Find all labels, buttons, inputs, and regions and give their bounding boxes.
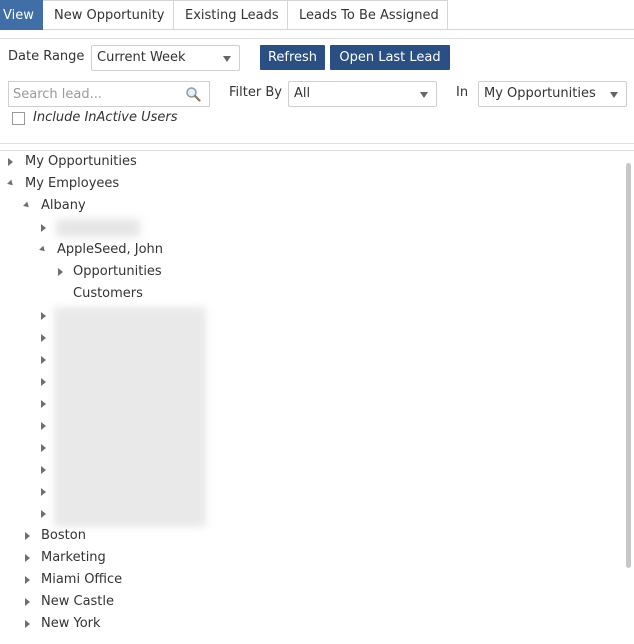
tree-node-boston[interactable]: Boston	[0, 525, 600, 547]
expand-arrow-icon[interactable]	[41, 334, 46, 342]
date-range-value: Current Week	[97, 50, 186, 65]
tree-panel: My Opportunities My Employees Albany App…	[0, 150, 634, 644]
search-box	[8, 81, 210, 107]
expand-arrow-icon[interactable]	[41, 488, 46, 496]
expand-arrow-icon[interactable]	[8, 158, 13, 166]
chevron-down-icon	[610, 92, 618, 98]
tree-node-new-york[interactable]: New York	[0, 613, 600, 635]
include-inactive-label: Include InActive Users	[33, 110, 178, 125]
redacted-employees-block	[54, 307, 206, 527]
in-value: My Opportunities	[484, 86, 596, 101]
filter-by-label: Filter By	[229, 85, 282, 100]
tree-label: My Opportunities	[25, 154, 137, 169]
chevron-down-icon	[420, 92, 428, 98]
filter-panel: Date Range Current Week Refresh Open Las…	[0, 38, 634, 144]
expand-arrow-icon[interactable]	[41, 400, 46, 408]
chevron-down-icon	[223, 56, 231, 62]
filter-by-select[interactable]: All	[288, 81, 437, 107]
expand-arrow-icon[interactable]	[25, 554, 30, 562]
collapse-arrow-icon[interactable]	[39, 245, 47, 254]
in-label: In	[456, 85, 469, 100]
tree-label: My Employees	[25, 176, 120, 191]
date-range-select[interactable]: Current Week	[91, 45, 240, 71]
expand-arrow-icon[interactable]	[25, 598, 30, 606]
tree-label: Boston	[41, 528, 86, 543]
tree-node-albany[interactable]: Albany	[0, 195, 600, 217]
collapse-arrow-icon[interactable]	[7, 179, 15, 188]
tab-new-opportunity[interactable]: New Opportunity	[43, 0, 174, 30]
expand-arrow-icon[interactable]	[41, 510, 46, 518]
expand-arrow-icon[interactable]	[41, 378, 46, 386]
search-input[interactable]	[9, 82, 179, 106]
tree-label: Marketing	[41, 550, 106, 565]
expand-arrow-icon[interactable]	[25, 620, 30, 628]
tab-leads-to-be-assigned[interactable]: Leads To Be Assigned	[288, 0, 448, 30]
collapse-arrow-icon[interactable]	[23, 201, 31, 210]
expand-arrow-icon[interactable]	[25, 532, 30, 540]
tree-label: AppleSeed, John	[57, 242, 164, 257]
in-select[interactable]: My Opportunities	[478, 81, 627, 107]
date-range-label: Date Range	[8, 49, 85, 64]
tree-label: Customers	[73, 286, 143, 301]
tree-node-marketing[interactable]: Marketing	[0, 547, 600, 569]
open-last-lead-button[interactable]: Open Last Lead	[330, 45, 450, 70]
tree-label: Miami Office	[41, 572, 123, 587]
tree-node-appleseed-john[interactable]: AppleSeed, John	[0, 239, 600, 261]
expand-arrow-icon[interactable]	[58, 268, 63, 276]
tree-label: Albany	[41, 198, 86, 213]
tree-node-my-opportunities[interactable]: My Opportunities	[0, 151, 600, 173]
expand-arrow-icon[interactable]	[25, 576, 30, 584]
tree-node-customers[interactable]: Customers	[0, 283, 600, 305]
tab-view[interactable]: View	[0, 0, 43, 30]
tree-node-miami-office[interactable]: Miami Office	[0, 569, 600, 591]
expand-arrow-icon[interactable]	[41, 312, 46, 320]
tree-node-redacted[interactable]	[0, 217, 600, 239]
expand-arrow-icon[interactable]	[41, 224, 46, 232]
include-inactive-checkbox[interactable]	[12, 112, 25, 125]
tree-node-opportunities[interactable]: Opportunities	[0, 261, 600, 283]
tab-bar: View New Opportunity Existing Leads Lead…	[0, 0, 634, 30]
expand-arrow-icon[interactable]	[41, 422, 46, 430]
tree-node-my-employees[interactable]: My Employees	[0, 173, 600, 195]
tree-label: Opportunities	[73, 264, 162, 279]
search-icon[interactable]	[185, 86, 201, 102]
tree-label: New York	[41, 616, 101, 631]
tree-node-new-castle[interactable]: New Castle	[0, 591, 600, 613]
filter-by-value: All	[294, 86, 311, 101]
redacted-name	[56, 219, 140, 237]
expand-arrow-icon[interactable]	[41, 466, 46, 474]
refresh-button[interactable]: Refresh	[260, 45, 325, 70]
tree-scrollbar[interactable]	[626, 163, 631, 568]
expand-arrow-icon[interactable]	[41, 356, 46, 364]
expand-arrow-icon[interactable]	[41, 444, 46, 452]
tab-existing-leads[interactable]: Existing Leads	[174, 0, 288, 30]
tree-label: New Castle	[41, 594, 115, 609]
